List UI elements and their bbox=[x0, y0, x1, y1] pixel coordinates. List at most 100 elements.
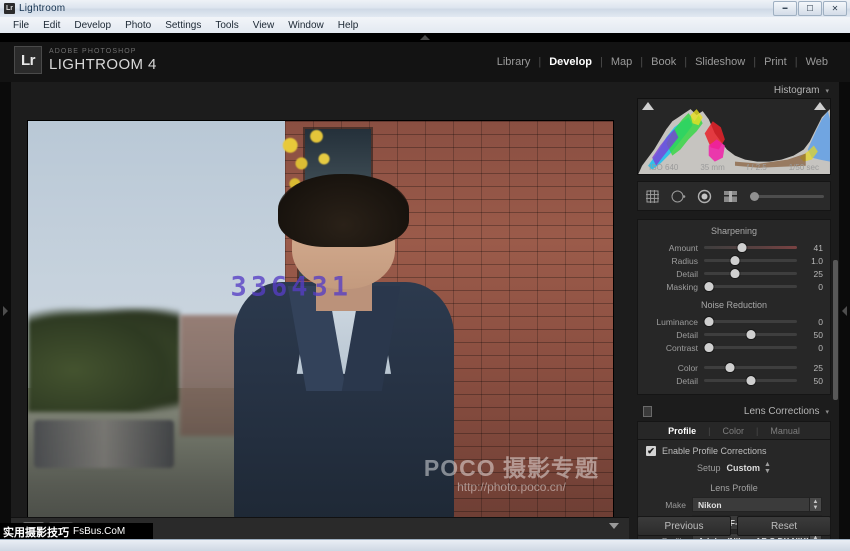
iso-value: ISO 640 bbox=[648, 163, 679, 172]
graduated-filter-icon[interactable] bbox=[722, 189, 739, 204]
window-title: Lightroom bbox=[19, 3, 66, 14]
menu-help[interactable]: Help bbox=[331, 18, 366, 33]
tab-color[interactable]: Color bbox=[710, 426, 756, 436]
close-button[interactable]: ✕ bbox=[823, 1, 847, 16]
module-header: Lr ADOBE PHOTOSHOP LIGHTROOM 4 Library |… bbox=[0, 42, 850, 83]
slider-row-color[interactable]: Color 25 bbox=[638, 361, 830, 374]
slider-row-color-detail[interactable]: Detail 50 bbox=[638, 374, 830, 387]
slider-track[interactable] bbox=[704, 268, 797, 278]
photo-frame[interactable]: 336431 POCO 摄影专题 http://photo.poco.cn/ bbox=[28, 121, 613, 525]
watermark-chinese: 实用摄影技巧 bbox=[3, 525, 69, 539]
menu-window[interactable]: Window bbox=[281, 18, 331, 33]
left-panel-toggle[interactable] bbox=[0, 82, 11, 540]
watermark-poco: POCO 摄影专题 http://photo.poco.cn/ bbox=[424, 456, 599, 495]
slider-knob[interactable] bbox=[730, 268, 740, 278]
enable-profile-corrections-row[interactable]: ✔ Enable Profile Corrections bbox=[646, 446, 822, 456]
lens-make-value[interactable]: Nikon bbox=[692, 497, 810, 512]
slider-knob[interactable] bbox=[737, 242, 747, 252]
slider-row-nr-detail[interactable]: Detail 50 bbox=[638, 328, 830, 341]
menu-view[interactable]: View bbox=[246, 18, 282, 33]
slider-knob[interactable] bbox=[730, 255, 740, 265]
image-viewport: 336431 POCO 摄影专题 http://photo.poco.cn/ Y… bbox=[11, 82, 641, 540]
chevron-down-icon[interactable]: ▾ bbox=[825, 408, 829, 416]
menu-edit[interactable]: Edit bbox=[36, 18, 67, 33]
lens-profile-title: Lens Profile bbox=[710, 483, 758, 493]
crop-overlay-icon[interactable] bbox=[644, 189, 661, 204]
maximize-button[interactable]: ☐ bbox=[798, 1, 822, 16]
menu-photo[interactable]: Photo bbox=[118, 18, 158, 33]
slider-value: 1.0 bbox=[811, 255, 823, 266]
photo-cars bbox=[33, 419, 175, 469]
slider-row-masking[interactable]: Masking 0 bbox=[638, 280, 830, 293]
histogram-chart[interactable]: ISO 640 35 mm f / 2.5 1/50 sec bbox=[637, 98, 831, 175]
window-controls: ━ ☐ ✕ bbox=[773, 1, 847, 16]
lens-corrections-header[interactable]: Lens Corrections ▾ bbox=[637, 404, 831, 421]
tab-manual[interactable]: Manual bbox=[758, 426, 812, 436]
stepper-icon[interactable]: ▲ ▼ bbox=[764, 461, 771, 475]
slider-knob[interactable] bbox=[746, 375, 755, 385]
setup-value[interactable]: Custom bbox=[727, 463, 761, 473]
slider-knob[interactable] bbox=[746, 329, 755, 339]
module-print[interactable]: Print bbox=[756, 56, 795, 68]
reset-button[interactable]: Reset bbox=[737, 516, 831, 536]
slider-track[interactable] bbox=[704, 316, 797, 326]
menu-develop[interactable]: Develop bbox=[67, 18, 118, 33]
module-web[interactable]: Web bbox=[798, 56, 836, 68]
setup-row[interactable]: Setup Custom ▲ ▼ bbox=[646, 461, 822, 475]
menu-file[interactable]: File bbox=[6, 18, 36, 33]
menu-tools[interactable]: Tools bbox=[208, 18, 245, 33]
slider-track[interactable] bbox=[704, 242, 797, 252]
slider-knob[interactable] bbox=[704, 342, 714, 352]
menu-settings[interactable]: Settings bbox=[158, 18, 208, 33]
brand-small: ADOBE PHOTOSHOP bbox=[49, 48, 137, 55]
slider-row-detail[interactable]: Detail 25 bbox=[638, 267, 830, 280]
shadow-clipping-icon[interactable] bbox=[642, 102, 654, 110]
slider-track[interactable] bbox=[704, 255, 797, 265]
module-book[interactable]: Book bbox=[643, 56, 684, 68]
brush-size-knob[interactable] bbox=[750, 191, 759, 201]
slider-track[interactable] bbox=[704, 375, 797, 385]
top-panel-collapse[interactable] bbox=[0, 33, 850, 42]
slider-track[interactable] bbox=[704, 342, 797, 352]
panel-pin-icon[interactable] bbox=[643, 406, 652, 417]
module-slideshow[interactable]: Slideshow bbox=[687, 56, 753, 68]
lens-make-row[interactable]: Make Nikon ▲ ▼ bbox=[646, 497, 822, 512]
right-panel-scrollbar[interactable] bbox=[833, 260, 838, 400]
spot-removal-icon[interactable] bbox=[670, 189, 687, 204]
enable-profile-corrections-label: Enable Profile Corrections bbox=[662, 446, 767, 456]
noise-reduction-title: Noise Reduction bbox=[700, 300, 768, 310]
slider-row-contrast[interactable]: Contrast 0 bbox=[638, 341, 830, 354]
slider-track[interactable] bbox=[704, 362, 797, 372]
module-map[interactable]: Map bbox=[603, 56, 640, 68]
right-panel-toggle[interactable] bbox=[839, 82, 850, 540]
slider-label: Color bbox=[677, 362, 698, 373]
develop-action-buttons: Previous Reset bbox=[629, 516, 839, 536]
toolbar-collapse-icon[interactable] bbox=[609, 523, 619, 529]
chevron-down-icon[interactable]: ▾ bbox=[825, 87, 829, 95]
slider-knob[interactable] bbox=[704, 316, 714, 326]
red-eye-icon[interactable] bbox=[696, 189, 713, 204]
brush-size-slider[interactable] bbox=[750, 191, 824, 201]
tab-profile[interactable]: Profile bbox=[656, 426, 708, 436]
module-library[interactable]: Library bbox=[489, 56, 539, 68]
slider-value: 50 bbox=[813, 375, 823, 386]
slider-knob[interactable] bbox=[704, 281, 714, 291]
lens-make-dropdown-icon[interactable]: ▲ ▼ bbox=[810, 497, 822, 512]
minimize-button[interactable]: ━ bbox=[773, 1, 797, 16]
slider-row-luminance[interactable]: Luminance 0 bbox=[638, 315, 830, 328]
window-titlebar: Lr Lightroom ━ ☐ ✕ bbox=[0, 0, 850, 18]
histogram-header[interactable]: Histogram ▾ bbox=[629, 82, 839, 98]
slider-row-amount[interactable]: Amount 41 bbox=[638, 241, 830, 254]
windows-taskbar[interactable] bbox=[0, 539, 850, 551]
slider-label: Detail bbox=[676, 268, 698, 279]
slider-track[interactable] bbox=[704, 281, 797, 291]
slider-label: Masking bbox=[666, 281, 698, 292]
slider-knob[interactable] bbox=[725, 362, 735, 372]
checkbox-checked-icon[interactable]: ✔ bbox=[646, 446, 656, 456]
slider-row-radius[interactable]: Radius 1.0 bbox=[638, 254, 830, 267]
highlight-clipping-icon[interactable] bbox=[814, 102, 826, 110]
previous-button[interactable]: Previous bbox=[637, 516, 731, 536]
sharpening-title: Sharpening bbox=[710, 226, 758, 236]
module-develop[interactable]: Develop bbox=[541, 56, 600, 68]
slider-track[interactable] bbox=[704, 329, 797, 339]
